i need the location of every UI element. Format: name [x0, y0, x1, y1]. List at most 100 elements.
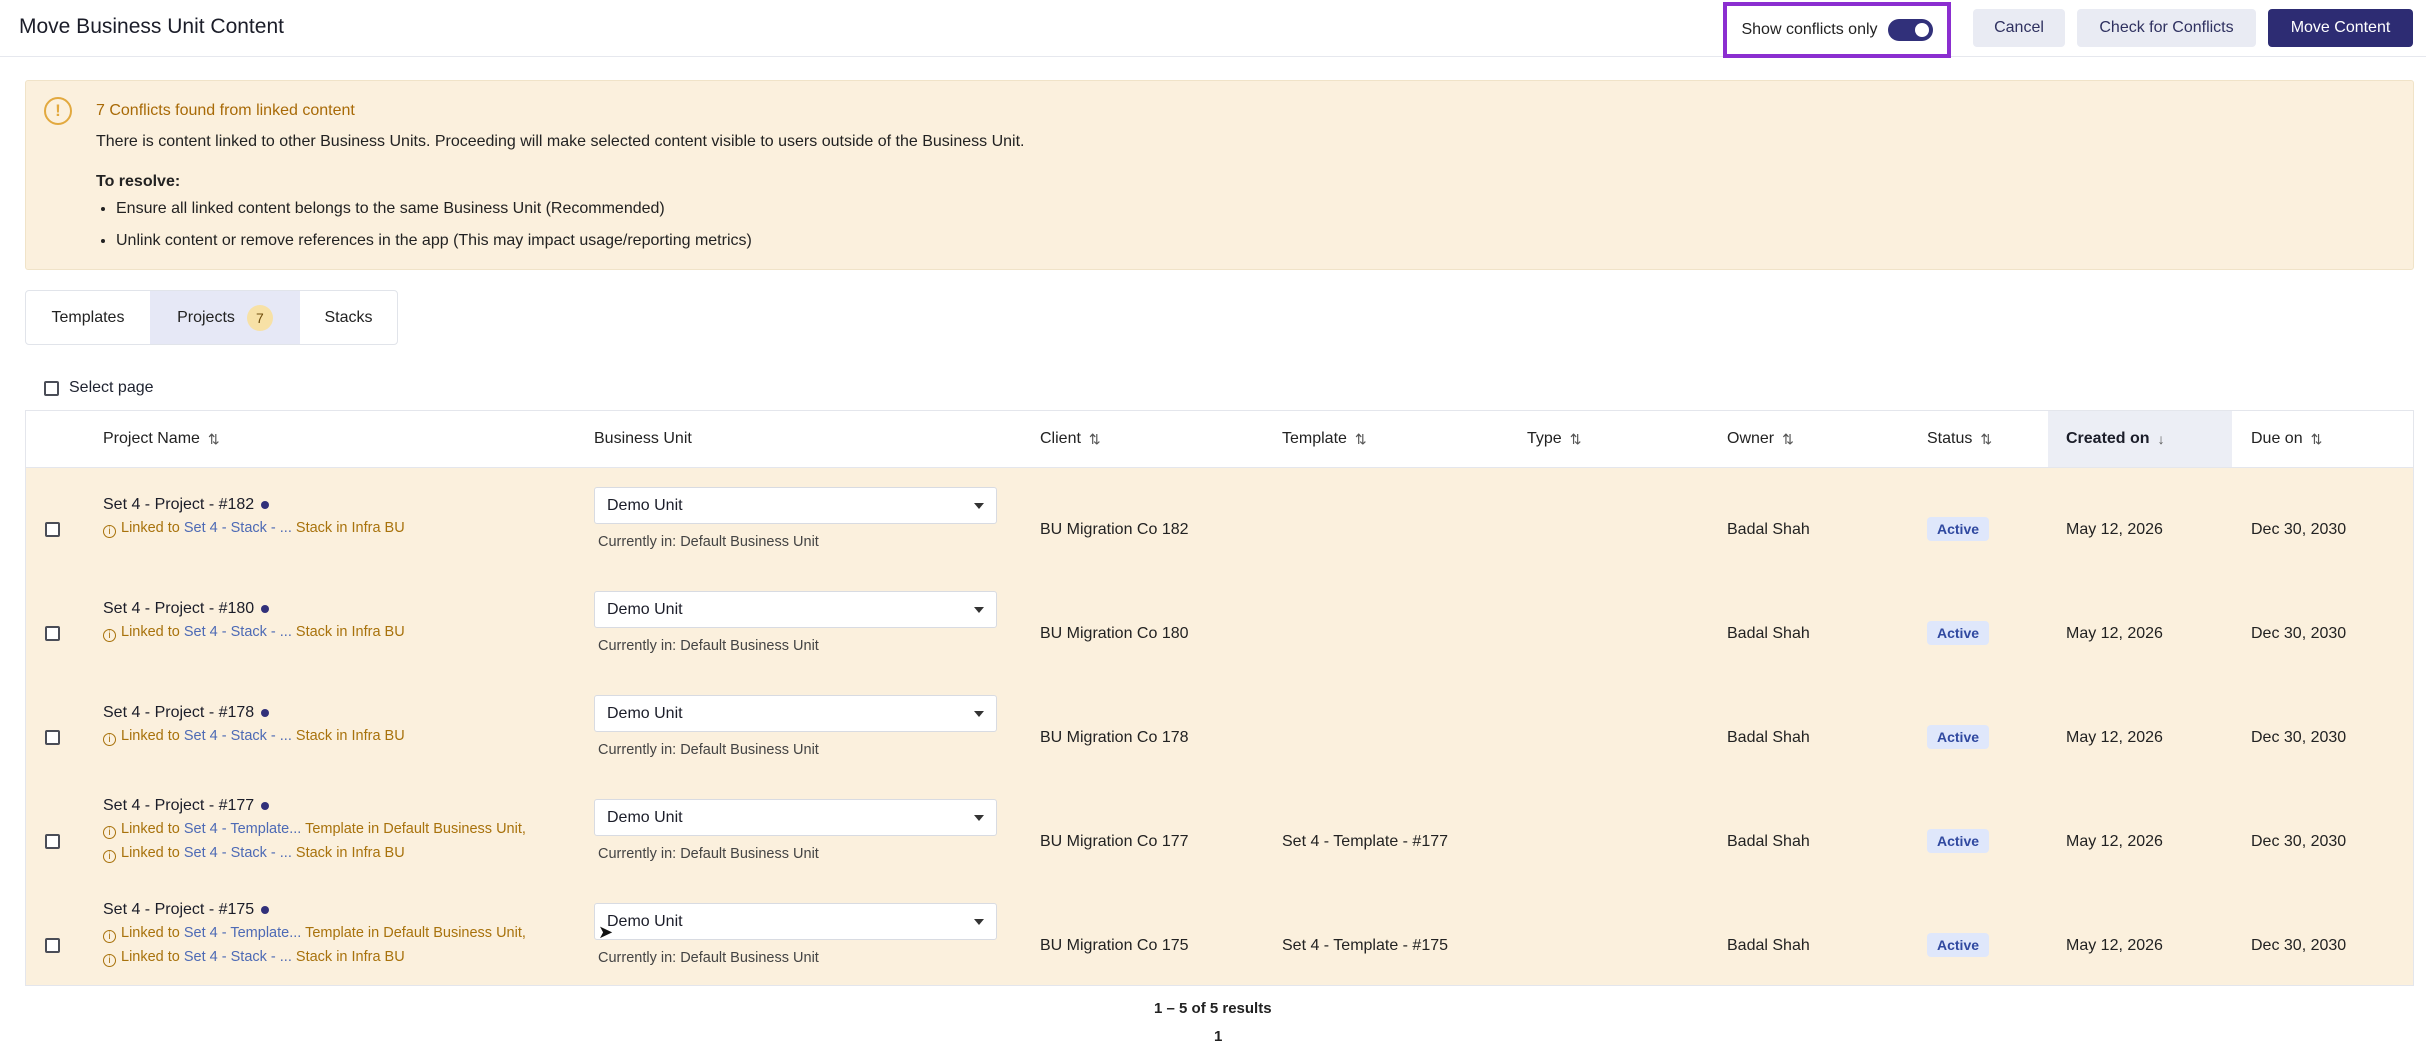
project-name[interactable]: Set 4 - Project - #178: [103, 704, 254, 721]
chevron-down-icon: [974, 606, 984, 613]
project-cell: Set 4 - Project - #178 i Linked to Set 4 …: [103, 704, 405, 746]
link-suffix: Stack in Infra BU: [291, 520, 405, 536]
alert-resolve-heading: To resolve:: [96, 173, 181, 190]
info-icon: i: [103, 850, 116, 863]
table-row: Set 4 - Project - #180 i Linked to Set 4 …: [26, 583, 2413, 687]
created-on-cell: May 12, 2026: [2066, 937, 2163, 954]
sort-icon: ⇅: [1569, 430, 1582, 447]
business-unit-select[interactable]: Demo Unit: [594, 903, 997, 940]
select-page-checkbox[interactable]: [44, 380, 59, 396]
tab-projects[interactable]: Projects 7: [150, 291, 300, 344]
client-cell: BU Migration Co 178: [1040, 729, 1189, 746]
table-row: Set 4 - Project - #178 i Linked to Set 4 …: [26, 687, 2413, 791]
owner-cell: Badal Shah: [1727, 833, 1810, 850]
row-checkbox[interactable]: [45, 730, 60, 745]
business-unit-select[interactable]: Demo Unit: [594, 695, 997, 732]
check-for-conflicts-button[interactable]: Check for Conflicts: [2077, 9, 2256, 47]
column-header-client[interactable]: Client ⇅: [1040, 411, 1101, 467]
sort-icon: ⇅: [1782, 430, 1794, 447]
column-header-owner[interactable]: Owner ⇅: [1727, 411, 1794, 467]
linked-item-link[interactable]: Set 4 - Stack - ...: [184, 728, 292, 744]
tab-label: Projects: [177, 308, 235, 326]
column-header-due-on[interactable]: Due on ⇅: [2251, 411, 2322, 467]
client-cell: BU Migration Co 182: [1040, 521, 1189, 538]
business-unit-cell: Demo Unit Currently in: Default Business…: [594, 799, 997, 862]
status-dot: [261, 801, 270, 810]
current-business-unit: Currently in: Default Business Unit: [598, 950, 819, 966]
business-unit-select[interactable]: Demo Unit: [594, 591, 997, 628]
linked-item-link[interactable]: Set 4 - Stack - ...: [184, 520, 292, 536]
column-header-template[interactable]: Template ⇅: [1282, 411, 1367, 467]
linked-content-note: i Linked to Set 4 - Stack - ... Stack in …: [103, 728, 405, 746]
business-unit-value: Demo Unit: [607, 704, 683, 722]
project-name[interactable]: Set 4 - Project - #182: [103, 496, 254, 513]
show-conflicts-toggle[interactable]: [1887, 19, 1933, 41]
column-header-created-on[interactable]: Created on ↓: [2048, 411, 2232, 467]
status-badge: Active: [1927, 829, 1990, 853]
top-bar: Move Business Unit Content Show conflict…: [0, 0, 2426, 58]
project-cell: Set 4 - Project - #175 i Linked to Set 4 …: [103, 901, 526, 967]
tab-templates[interactable]: Templates: [26, 291, 150, 344]
pagination-page-1[interactable]: 1: [1214, 1028, 1222, 1045]
created-on-cell: May 12, 2026: [2066, 625, 2163, 642]
select-page: Select page: [44, 379, 154, 397]
linked-content-note: i Linked to Set 4 - Template... Template …: [103, 925, 526, 943]
column-header-type[interactable]: Type ⇅: [1527, 411, 1581, 467]
move-content-button[interactable]: Move Content: [2268, 9, 2413, 47]
business-unit-select[interactable]: Demo Unit: [594, 487, 997, 524]
created-on-cell: May 12, 2026: [2066, 833, 2163, 850]
owner-cell: Badal Shah: [1727, 729, 1810, 746]
linked-item-link[interactable]: Set 4 - Stack - ...: [184, 949, 292, 965]
status-badge: Active: [1927, 933, 1990, 957]
sort-icon: ⇅: [207, 430, 220, 447]
current-business-unit: Currently in: Default Business Unit: [598, 846, 819, 862]
business-unit-value: Demo Unit: [607, 912, 683, 930]
link-prefix: Linked to: [121, 925, 184, 941]
column-header-project-name[interactable]: Project Name ⇅: [103, 411, 220, 467]
due-on-cell: Dec 30, 2030: [2251, 625, 2347, 642]
linked-item-link[interactable]: Set 4 - Stack - ...: [184, 624, 292, 640]
linked-item-link[interactable]: Set 4 - Template...: [184, 925, 301, 941]
row-checkbox[interactable]: [45, 522, 60, 537]
row-checkbox[interactable]: [45, 834, 60, 849]
chevron-down-icon: [974, 918, 984, 925]
tab-label: Templates: [51, 308, 125, 326]
tab-count-badge: 7: [246, 304, 273, 331]
table-row: Set 4 - Project - #175 i Linked to Set 4 …: [26, 895, 2413, 999]
column-header-label: Created on: [2066, 430, 2150, 447]
status-dot: [261, 500, 270, 509]
page-title: Move Business Unit Content: [19, 15, 284, 38]
column-header-label: Due on: [2251, 430, 2303, 447]
project-cell: Set 4 - Project - #180 i Linked to Set 4 …: [103, 600, 405, 642]
sort-icon: ⇅: [1354, 430, 1367, 447]
due-on-cell: Dec 30, 2030: [2251, 729, 2347, 746]
tab-stacks[interactable]: Stacks: [300, 291, 397, 344]
template-cell: Set 4 - Template - #175: [1282, 937, 1449, 954]
project-name[interactable]: Set 4 - Project - #177: [103, 797, 254, 814]
row-checkbox[interactable]: [45, 626, 60, 641]
client-cell: BU Migration Co 175: [1040, 937, 1189, 954]
project-cell: Set 4 - Project - #182 i Linked to Set 4 …: [103, 496, 405, 538]
row-checkbox[interactable]: [45, 938, 60, 953]
cancel-button[interactable]: Cancel: [1973, 9, 2065, 47]
business-unit-select[interactable]: Demo Unit: [594, 799, 997, 836]
linked-item-link[interactable]: Set 4 - Template...: [184, 821, 301, 837]
linked-content-note: i Linked to Set 4 - Stack - ... Stack in …: [103, 520, 405, 538]
status-badge: Active: [1927, 621, 1990, 645]
link-suffix: Stack in Infra BU: [291, 624, 405, 640]
business-unit-cell: Demo Unit Currently in: Default Business…: [594, 591, 997, 654]
due-on-cell: Dec 30, 2030: [2251, 937, 2347, 954]
info-icon: i: [103, 826, 116, 839]
mouse-cursor-icon: ➤: [598, 922, 614, 942]
linked-item-link[interactable]: Set 4 - Stack - ...: [184, 845, 292, 861]
linked-content-note: i Linked to Set 4 - Template... Template …: [103, 821, 526, 839]
column-header-label: Business Unit: [594, 430, 692, 447]
sort-icon: ⇅: [1088, 430, 1101, 447]
project-name[interactable]: Set 4 - Project - #180: [103, 600, 254, 617]
column-header-status[interactable]: Status ⇅: [1927, 411, 1992, 467]
status-dot: [261, 905, 270, 914]
show-conflicts-label: Show conflicts only: [1741, 21, 1878, 38]
project-name[interactable]: Set 4 - Project - #175: [103, 901, 254, 918]
chevron-down-icon: [974, 710, 984, 717]
link-prefix: Linked to: [121, 949, 184, 965]
